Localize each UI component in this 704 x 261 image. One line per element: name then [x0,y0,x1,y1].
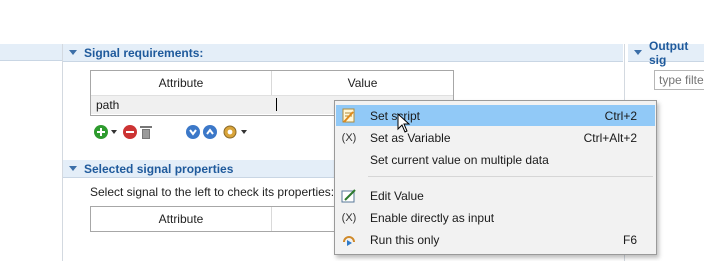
collapse-triangle-icon[interactable] [69,50,77,55]
menu-separator [368,176,653,177]
left-panel-header [0,44,62,61]
menu-item-label: Run this only [370,232,440,247]
signal-requirements-header[interactable]: Signal requirements: [63,44,623,62]
move-up-icon[interactable] [203,125,217,139]
mouse-cursor-icon [397,113,411,133]
context-menu: Set script Ctrl+2 (X) Set as Variable Ct… [334,100,657,255]
menu-item-set-current-value-multiple[interactable]: Set current value on multiple data [336,149,655,170]
output-signals-title: Output sig [649,38,689,67]
menu-item-set-as-variable[interactable]: (X) Set as Variable Ctrl+Alt+2 [336,127,655,148]
settings-dropdown-icon[interactable] [241,130,247,134]
text-cursor [276,98,277,111]
menu-item-shortcut: Ctrl+Alt+2 [583,130,637,145]
signal-requirements-toolbar [94,124,253,140]
settings-gear-icon[interactable] [222,124,238,140]
signal-requirements-title: Signal requirements: [84,45,204,60]
menu-item-label: Enable directly as input [370,210,495,225]
add-icon[interactable] [94,125,108,139]
column-header-value[interactable]: Value [272,71,453,95]
table-header: Attribute Value [91,71,453,96]
output-signals-header[interactable]: Output sig [628,39,704,67]
cell-attribute[interactable]: path [91,96,272,114]
collapse-triangle-icon[interactable] [69,166,77,171]
menu-item-set-script[interactable]: Set script Ctrl+2 [336,105,655,126]
menu-item-label: Set current value on multiple data [370,152,549,167]
selected-signal-properties-title: Selected signal properties [84,161,234,176]
move-down-icon[interactable] [186,125,200,139]
menu-item-shortcut: Ctrl+2 [604,108,637,123]
run-icon [341,232,357,248]
variable-icon: (X) [341,131,357,144]
menu-item-shortcut: F6 [622,232,637,247]
column-header-attribute[interactable]: Attribute [91,71,272,95]
menu-item-label: Set script [370,108,421,123]
script-icon [341,108,357,124]
variable-icon: (X) [341,211,357,224]
panel-divider[interactable] [62,44,63,261]
remove-icon[interactable] [123,125,137,139]
collapse-triangle-icon[interactable] [634,50,642,55]
menu-item-enable-as-input[interactable]: (X) Enable directly as input [336,207,655,228]
menu-item-run-this-only[interactable]: Run this only F6 [336,229,655,250]
column-header-attribute[interactable]: Attribute [91,207,272,231]
edit-value-icon [341,188,357,204]
output-filter-input[interactable] [654,70,704,90]
menu-item-label: Edit Value [370,188,424,203]
delete-trash-icon[interactable] [140,125,152,139]
properties-hint: Select signal to the left to check its p… [90,185,335,199]
menu-item-edit-value[interactable]: Edit Value [336,185,655,206]
add-dropdown-icon[interactable] [111,130,117,134]
